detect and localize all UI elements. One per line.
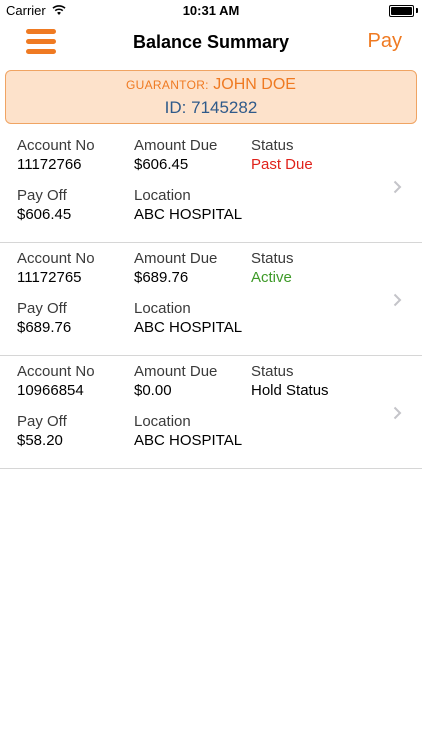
pay-off-value: $689.76 [17, 319, 72, 336]
guarantor-name: JOHN DOE [213, 76, 296, 93]
account-row[interactable]: Account No 11172766 Amount Due $606.45 S… [0, 130, 422, 243]
account-no-label: Account No [17, 137, 95, 154]
location-label: Location [134, 300, 191, 317]
guarantor-id: ID: 7145282 [164, 98, 258, 117]
chevron-right-icon [393, 180, 402, 194]
status-value: Active [251, 269, 292, 286]
location-value: ABC HOSPITAL [134, 432, 243, 449]
guarantor-line: GUARANTOR: JOHN DOE [6, 76, 416, 94]
amount-due-label: Amount Due [134, 137, 218, 154]
pay-off-value: $606.45 [17, 206, 72, 223]
pay-off-label: Pay Off [17, 187, 67, 204]
account-no-value: 10966854 [17, 382, 84, 399]
chevron-right-icon [393, 406, 402, 420]
status-value: Hold Status [251, 382, 329, 399]
account-no-label: Account No [17, 363, 95, 380]
guarantor-label: GUARANTOR: [126, 78, 209, 92]
status-bar: Carrier 10:31 AM [0, 0, 422, 22]
page-title: Balance Summary [132, 32, 290, 52]
status-label: Status [251, 250, 294, 267]
amount-due-label: Amount Due [134, 250, 218, 267]
location-value: ABC HOSPITAL [134, 206, 243, 223]
menu-bar-line [26, 39, 56, 44]
pay-off-label: Pay Off [17, 413, 67, 430]
location-value: ABC HOSPITAL [134, 319, 243, 336]
account-row[interactable]: Account No 10966854 Amount Due $0.00 Sta… [0, 356, 422, 469]
location-label: Location [134, 413, 191, 430]
amount-due-label: Amount Due [134, 363, 218, 380]
status-label: Status [251, 137, 294, 154]
hamburger-menu-icon[interactable] [26, 28, 56, 56]
battery-icon [389, 5, 414, 17]
menu-bar-line [26, 29, 56, 34]
battery-cap [416, 8, 418, 13]
status-value: Past Due [251, 156, 313, 173]
menu-bar-line [26, 49, 56, 54]
pay-off-value: $58.20 [17, 432, 63, 449]
nav-bar: Balance Summary Pay [0, 22, 422, 64]
account-no-value: 11172765 [17, 269, 82, 286]
amount-due-value: $689.76 [134, 269, 189, 286]
chevron-right-icon [393, 293, 402, 307]
account-no-value: 11172766 [17, 156, 82, 173]
account-no-label: Account No [17, 250, 95, 267]
battery-fill [391, 7, 412, 15]
status-label: Status [251, 363, 294, 380]
pay-off-label: Pay Off [17, 300, 67, 317]
pay-button[interactable]: Pay [368, 30, 402, 53]
status-time: 10:31 AM [182, 3, 240, 18]
amount-due-value: $0.00 [134, 382, 172, 399]
account-row[interactable]: Account No 11172765 Amount Due $689.76 S… [0, 243, 422, 356]
location-label: Location [134, 187, 191, 204]
amount-due-value: $606.45 [134, 156, 189, 173]
guarantor-banner: GUARANTOR: JOHN DOE ID: 7145282 [5, 70, 417, 124]
